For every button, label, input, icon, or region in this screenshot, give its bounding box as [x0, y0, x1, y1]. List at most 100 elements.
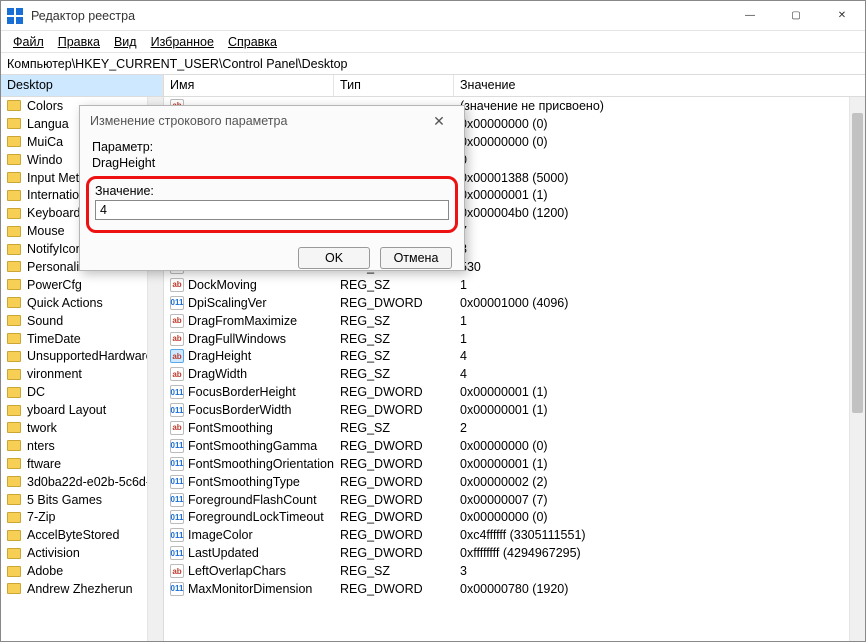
tree-item[interactable]: vironment [1, 365, 163, 383]
tree-item[interactable]: Sound [1, 312, 163, 330]
folder-icon [7, 154, 21, 165]
tree-item[interactable]: UnsupportedHardwareN [1, 347, 163, 365]
menu-file[interactable]: Файл [7, 33, 50, 51]
folder-icon [7, 118, 21, 129]
list-row[interactable]: 011FontSmoothingTypeREG_DWORD0x00000002 … [164, 473, 865, 491]
tree-item[interactable]: nters [1, 437, 163, 455]
binary-value-icon: 011 [170, 457, 184, 471]
list-row[interactable]: abLeftOverlapCharsREG_SZ3 [164, 562, 865, 580]
tree-item-label: Internatio [27, 188, 79, 202]
value-data: 0x00000000 (0) [454, 510, 865, 524]
list-row[interactable]: abDragHeightREG_SZ4 [164, 347, 865, 365]
tree-item-label: Quick Actions [27, 296, 103, 310]
value-data: 0x00000001 (1) [454, 385, 865, 399]
list-row[interactable]: 011ForegroundFlashCountREG_DWORD0x000000… [164, 491, 865, 509]
value-data: 0xc4ffffff (3305111551) [454, 528, 865, 542]
list-row[interactable]: 011MaxMonitorDimensionREG_DWORD0x0000078… [164, 580, 865, 598]
menu-view[interactable]: Вид [108, 33, 143, 51]
maximize-button[interactable]: ▢ [773, 1, 819, 31]
binary-value-icon: 011 [170, 582, 184, 596]
column-type[interactable]: Тип [334, 75, 454, 96]
value-data: 1 [454, 278, 865, 292]
binary-value-icon: 011 [170, 510, 184, 524]
value-data: 1 [454, 332, 865, 346]
dialog-cancel-button[interactable]: Отмена [380, 247, 452, 269]
list-row[interactable]: 011FontSmoothingGammaREG_DWORD0x00000000… [164, 437, 865, 455]
folder-icon [7, 530, 21, 541]
value-type: REG_DWORD [334, 510, 454, 524]
column-name[interactable]: Имя [164, 75, 334, 96]
list-row[interactable]: 011FocusBorderWidthREG_DWORD0x00000001 (… [164, 401, 865, 419]
value-type: REG_DWORD [334, 457, 454, 471]
tree-item-label: Colors [27, 99, 63, 113]
tree-item-label: ftware [27, 457, 61, 471]
value-type: REG_SZ [334, 421, 454, 435]
list-row[interactable]: 011FontSmoothingOrientationREG_DWORD0x00… [164, 455, 865, 473]
window-titlebar: Редактор реестра — ▢ ✕ [1, 1, 865, 31]
dialog-titlebar[interactable]: Изменение строкового параметра ✕ [80, 106, 464, 136]
list-header: Имя Тип Значение [164, 75, 865, 97]
tree-header[interactable]: Desktop [1, 75, 163, 97]
tree-item-label: UnsupportedHardwareN [27, 349, 162, 363]
binary-value-icon: 011 [170, 528, 184, 542]
tree-item[interactable]: 5 Bits Games [1, 491, 163, 509]
minimize-button[interactable]: — [727, 1, 773, 31]
folder-icon [7, 583, 21, 594]
menu-help[interactable]: Справка [222, 33, 283, 51]
dialog-close-button[interactable]: ✕ [424, 113, 454, 130]
value-type: REG_DWORD [334, 403, 454, 417]
column-value[interactable]: Значение [454, 75, 865, 96]
tree-item-label: twork [27, 421, 57, 435]
string-value-icon: ab [170, 314, 184, 328]
tree-item[interactable]: 3d0ba22d-e02b-5c6d-93 [1, 473, 163, 491]
value-name: FocusBorderHeight [188, 385, 296, 399]
folder-icon [7, 190, 21, 201]
value-data: 4 [454, 349, 865, 363]
string-value-icon: ab [170, 332, 184, 346]
folder-icon [7, 422, 21, 433]
value-data: (значение не присвоено) [454, 99, 865, 113]
value-type: REG_DWORD [334, 546, 454, 560]
list-row[interactable]: 011FocusBorderHeightREG_DWORD0x00000001 … [164, 383, 865, 401]
tree-item-label: AccelByteStored [27, 528, 119, 542]
tree-item[interactable]: Activision [1, 544, 163, 562]
list-scroll-thumb[interactable] [852, 113, 863, 413]
folder-icon [7, 405, 21, 416]
value-name: ForegroundFlashCount [188, 493, 317, 507]
tree-item[interactable]: AccelByteStored [1, 526, 163, 544]
tree-item[interactable]: Andrew Zhezherun [1, 580, 163, 598]
menu-edit[interactable]: Правка [52, 33, 106, 51]
list-row[interactable]: abDragFullWindowsREG_SZ1 [164, 330, 865, 348]
value-data: 0x00000001 (1) [454, 188, 865, 202]
dialog-value-input[interactable] [95, 200, 449, 220]
value-data: 0x00000780 (1920) [454, 582, 865, 596]
tree-item[interactable]: Quick Actions [1, 294, 163, 312]
list-scrollbar[interactable] [849, 97, 865, 641]
tree-item[interactable]: 7-Zip [1, 508, 163, 526]
tree-item[interactable]: DC [1, 383, 163, 401]
list-row[interactable]: abDragFromMaximizeREG_SZ1 [164, 312, 865, 330]
tree-item[interactable]: ftware [1, 455, 163, 473]
string-value-icon: ab [170, 278, 184, 292]
list-row[interactable]: 011LastUpdatedREG_DWORD0xffffffff (42949… [164, 544, 865, 562]
value-type: REG_DWORD [334, 439, 454, 453]
address-bar[interactable]: Компьютер\HKEY_CURRENT_USER\Control Pane… [1, 53, 865, 75]
value-type: REG_SZ [334, 332, 454, 346]
value-name: FontSmoothing [188, 421, 273, 435]
folder-icon [7, 172, 21, 183]
list-row[interactable]: 011ImageColorREG_DWORD0xc4ffffff (330511… [164, 526, 865, 544]
value-type: REG_SZ [334, 367, 454, 381]
list-row[interactable]: abFontSmoothingREG_SZ2 [164, 419, 865, 437]
menu-favorites[interactable]: Избранное [145, 33, 220, 51]
close-button[interactable]: ✕ [819, 1, 865, 31]
value-data: 7 [454, 224, 865, 238]
list-row[interactable]: abDragWidthREG_SZ4 [164, 365, 865, 383]
binary-value-icon: 011 [170, 546, 184, 560]
tree-item[interactable]: twork [1, 419, 163, 437]
dialog-ok-button[interactable]: OK [298, 247, 370, 269]
list-row[interactable]: 011ForegroundLockTimeoutREG_DWORD0x00000… [164, 508, 865, 526]
list-row[interactable]: 011DpiScalingVerREG_DWORD0x00001000 (409… [164, 294, 865, 312]
tree-item[interactable]: TimeDate [1, 330, 163, 348]
tree-item[interactable]: Adobe [1, 562, 163, 580]
tree-item[interactable]: yboard Layout [1, 401, 163, 419]
